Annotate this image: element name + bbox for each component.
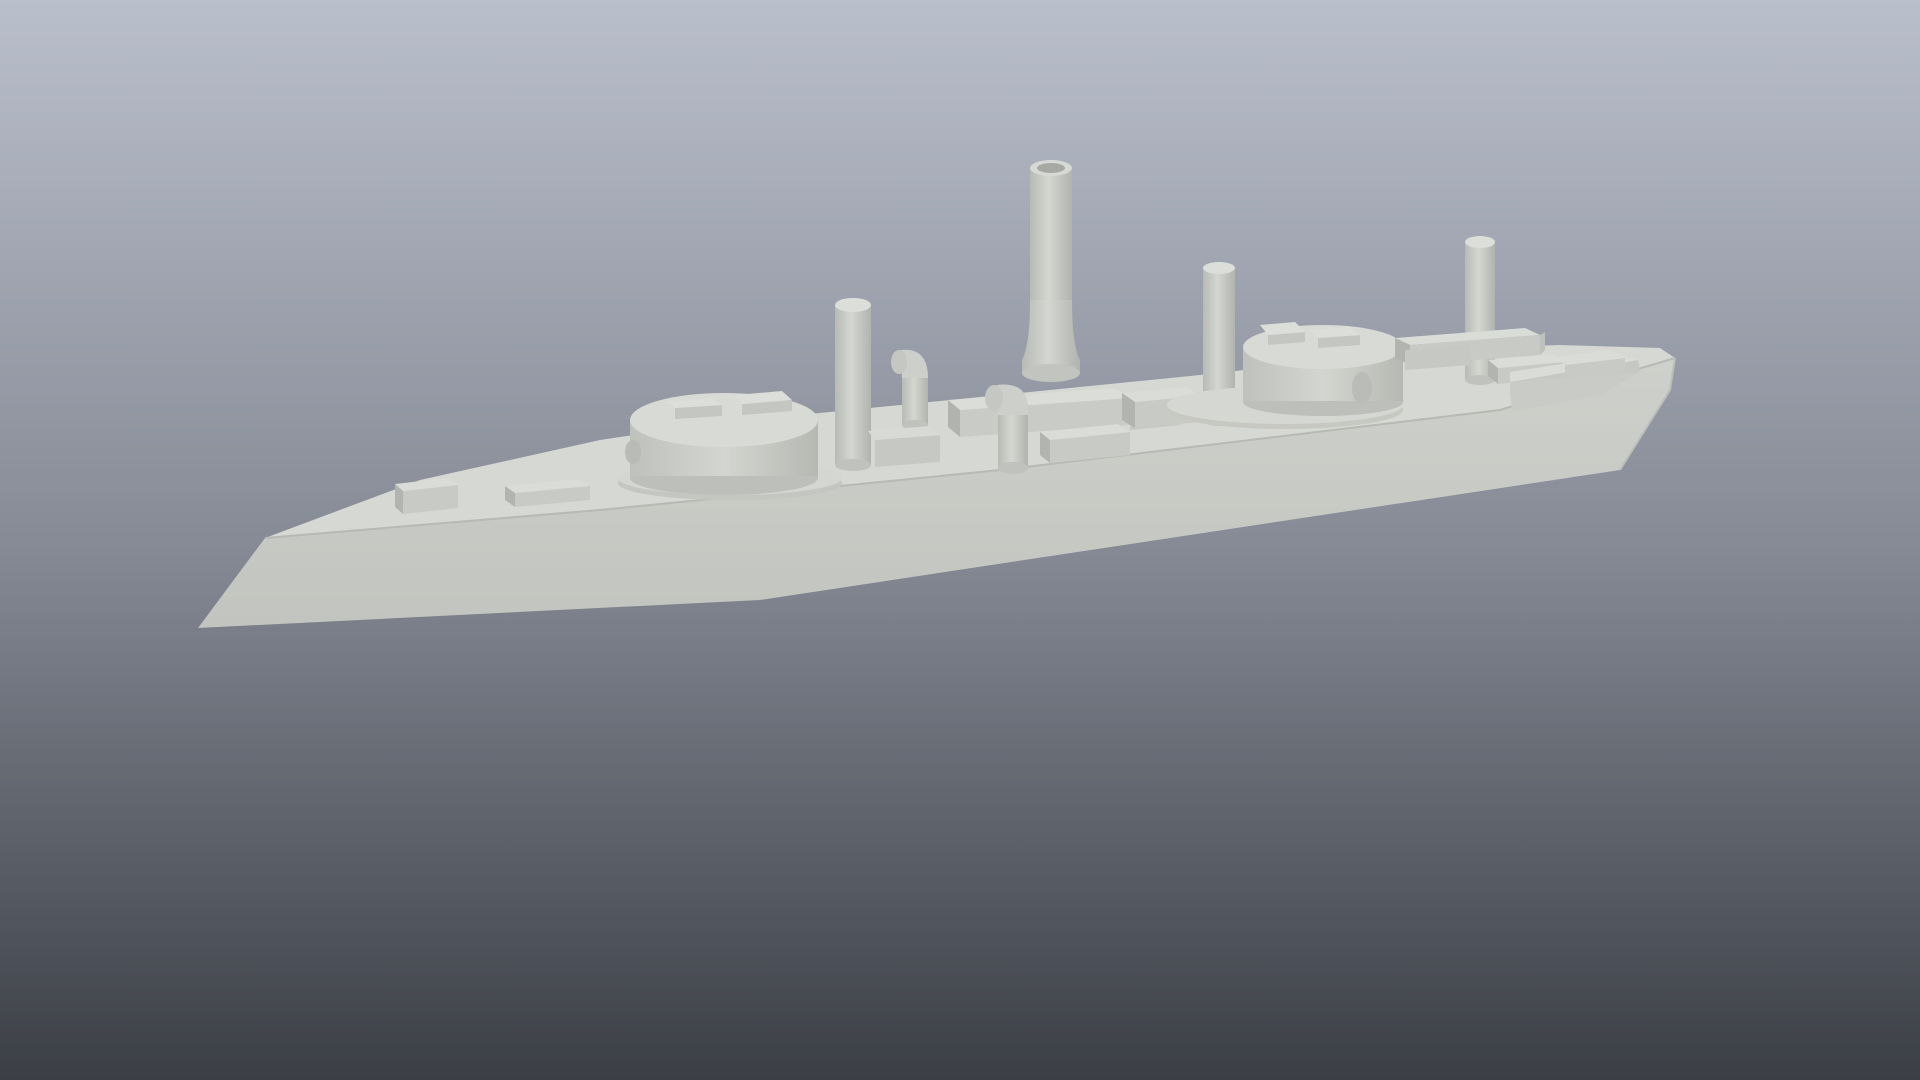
fore-turret-gun-port <box>625 440 641 464</box>
render-viewport <box>0 0 1920 1080</box>
main-funnel <box>1022 160 1080 382</box>
fore-funnel <box>835 298 871 471</box>
bow-deckhouse <box>395 478 458 514</box>
aft-turret-gun-port <box>1352 372 1372 404</box>
